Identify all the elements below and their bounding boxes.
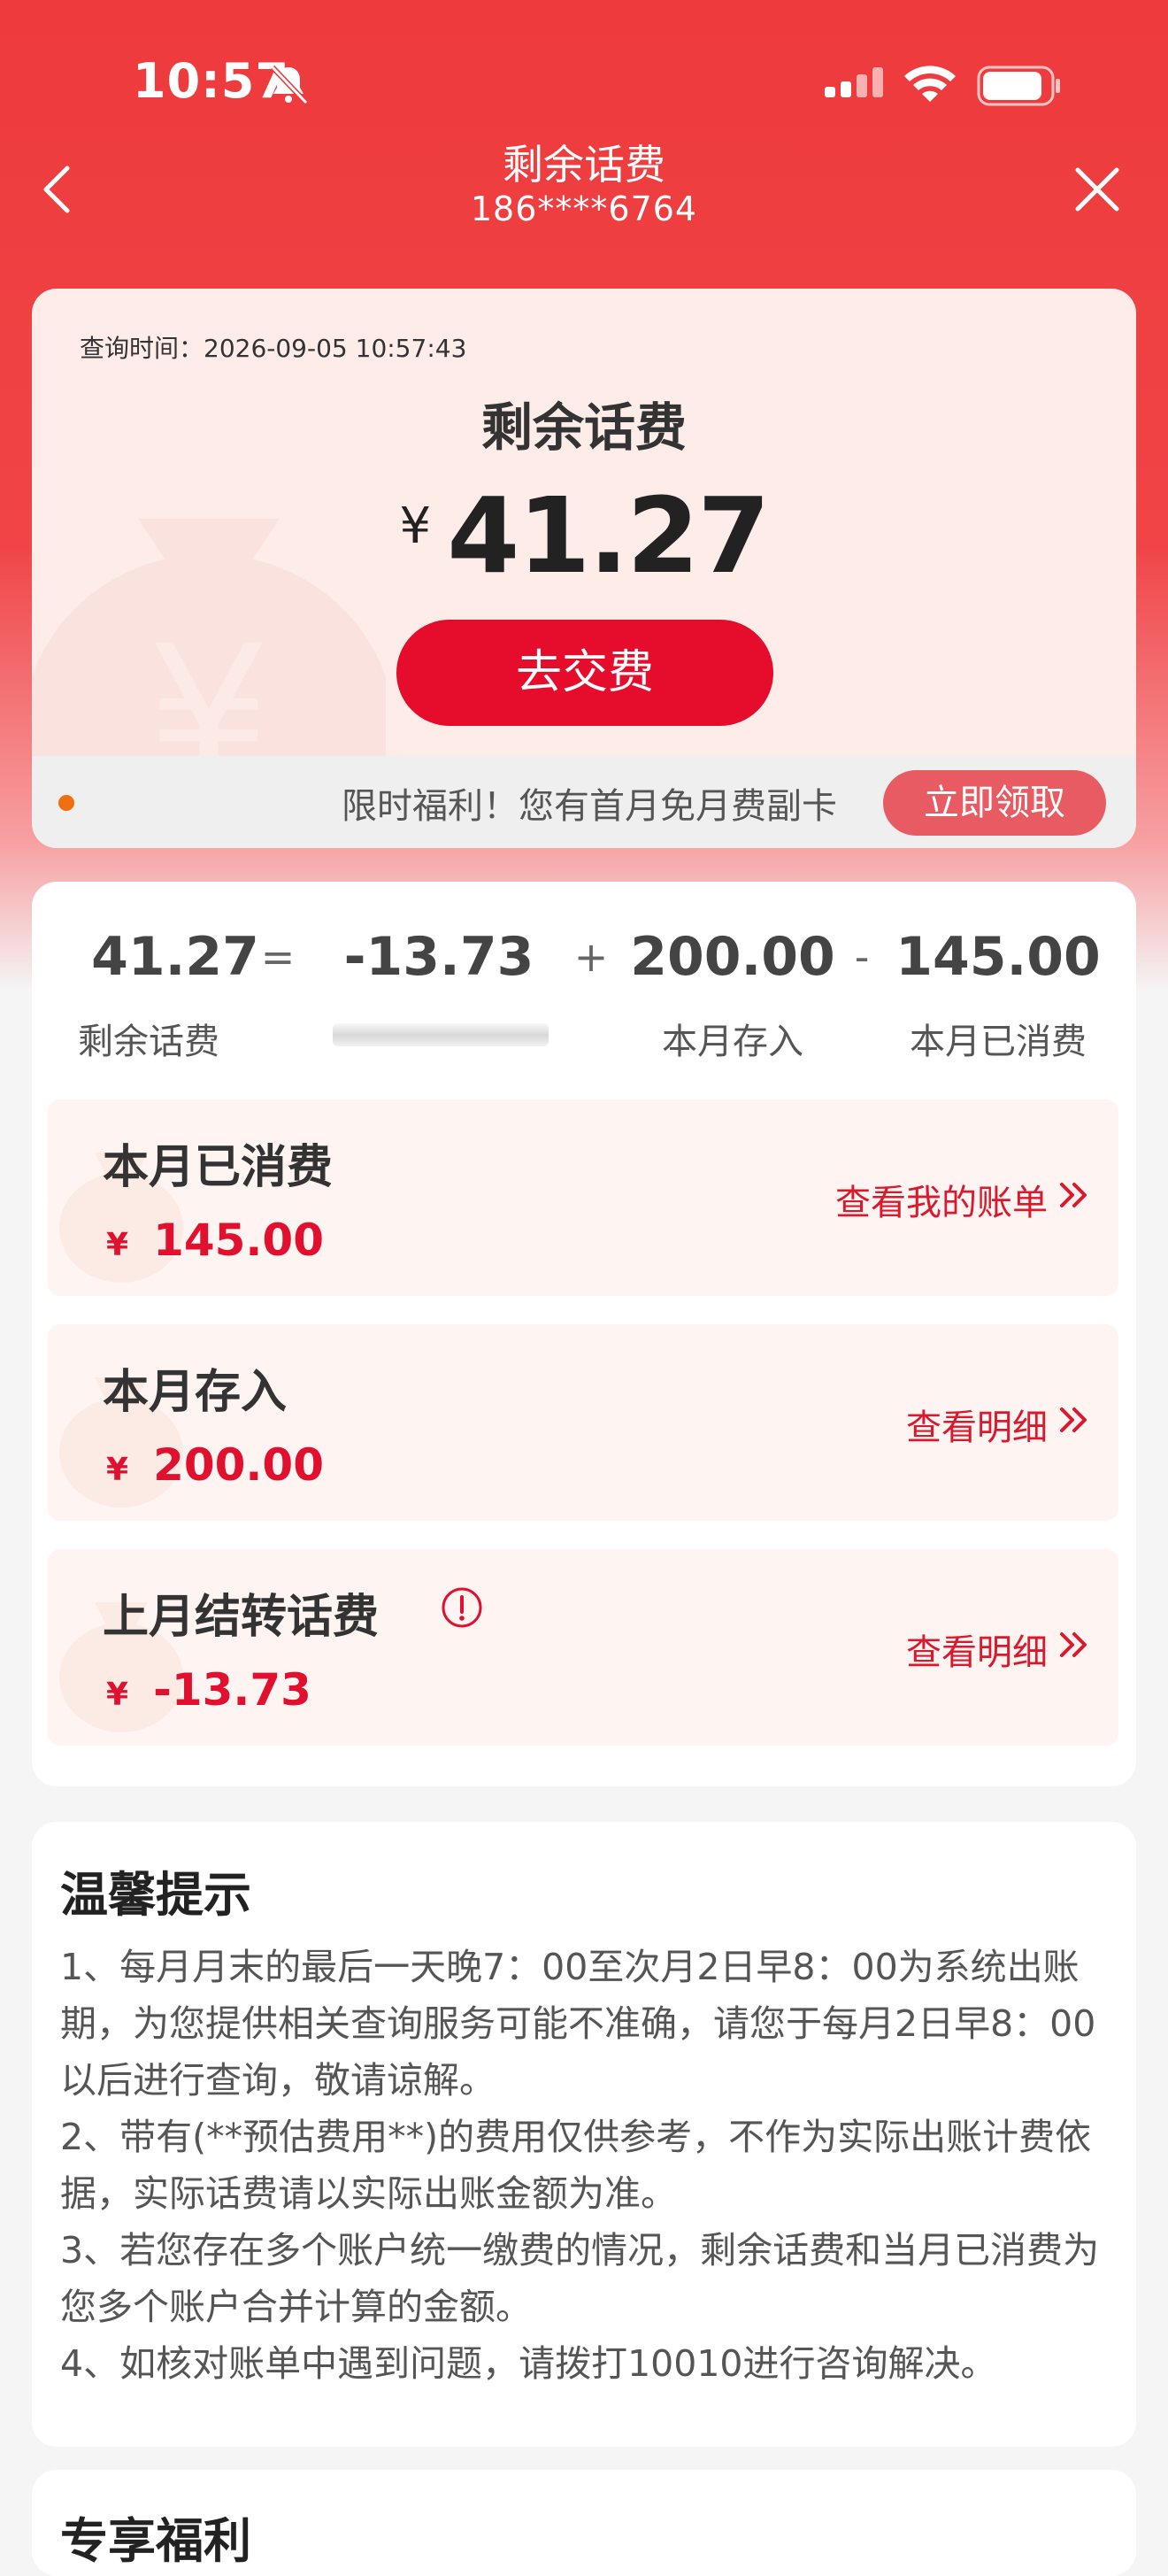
phone-number: 186****6764 <box>470 189 698 228</box>
exclusive-benefits-card: 专享福利 <box>32 2470 1136 2576</box>
row-amount: ¥200.00 <box>106 1439 325 1491</box>
breakdown-card: 41.27 = -13.73 + 200.00 - 145.00 剩余话费 本月… <box>32 882 1136 1786</box>
row-title: 本月存入 <box>103 1366 288 1419</box>
warning-circle-icon[interactable] <box>441 1586 483 1629</box>
currency-symbol: ¥ <box>399 497 432 555</box>
promo-banner: 限时福利！您有首月免月费副卡 立即领取 <box>32 756 1136 848</box>
equation-consumed: 145.00 <box>895 926 1101 988</box>
balance-value: 41.27 <box>447 474 770 597</box>
equation-carryover: -13.73 <box>343 926 534 988</box>
chevron-double-right-icon[interactable] <box>1057 1177 1092 1213</box>
claim-button[interactable]: 立即领取 <box>883 770 1106 836</box>
label-remaining: 剩余话费 <box>78 1022 219 1062</box>
row-consumed[interactable]: 本月已消费 ¥145.00 查看我的账单 <box>48 1099 1118 1296</box>
row-title: 本月已消费 <box>103 1141 334 1194</box>
row-amount: ¥ -13.73 <box>106 1664 311 1716</box>
signal-icon <box>825 67 883 97</box>
chevron-double-right-icon[interactable] <box>1057 1627 1092 1662</box>
tip-item: 3、若您存在多个账户统一缴费的情况，剩余话费和当月已消费为您多个账户合并计算的金… <box>60 2229 1100 2328</box>
equation-equals: = <box>260 933 296 981</box>
promo-text: 限时福利！您有首月免月费副卡 <box>342 786 837 827</box>
row-title: 上月结转话费 <box>103 1591 380 1644</box>
wifi-icon <box>904 66 956 102</box>
row-deposit[interactable]: 本月存入 ¥200.00 查看明细 <box>48 1324 1118 1521</box>
chevron-double-right-icon[interactable] <box>1057 1402 1092 1438</box>
view-bill-link[interactable]: 查看我的账单 <box>835 1174 1048 1225</box>
equation-minus: - <box>854 933 870 981</box>
bell-muted-icon <box>270 65 309 105</box>
tip-item: 1、每月月末的最后一天晚7：00至次月2日早8：00为系统出账期，为您提供相关查… <box>60 1946 1096 2102</box>
promo-dot <box>58 795 74 811</box>
balance-card: ¥ 查询时间：2026-09-05 10:57:43 剩余话费 ¥41.27 去… <box>32 289 1136 848</box>
pay-button[interactable]: 去交费 <box>396 620 773 726</box>
close-icon[interactable] <box>1072 165 1122 214</box>
tips-title: 温馨提示 <box>60 1867 251 1923</box>
tips-body: 1、每月月末的最后一天晚7：00至次月2日早8：00为系统出账期，为您提供相关查… <box>60 1939 1122 2392</box>
equation-remaining: 41.27 <box>91 926 259 988</box>
label-deposit: 本月存入 <box>662 1022 803 1062</box>
query-time: 查询时间：2026-09-05 10:57:43 <box>80 334 467 363</box>
section-title: 专享福利 <box>60 2513 251 2569</box>
battery-icon <box>977 66 1060 106</box>
equation-plus: + <box>573 933 609 981</box>
view-details-link[interactable]: 查看明细 <box>906 1623 1048 1675</box>
page-title: 剩余话费 <box>503 141 665 189</box>
label-carryover-blurred <box>333 1023 549 1046</box>
balance-title: 剩余话费 <box>480 397 687 458</box>
equation-deposit: 200.00 <box>630 926 835 988</box>
row-amount: ¥145.00 <box>106 1215 325 1266</box>
label-consumed: 本月已消费 <box>910 1022 1087 1062</box>
tip-item: 4、如核对账单中遇到问题，请拨打10010进行咨询解决。 <box>60 2342 997 2385</box>
view-details-link[interactable]: 查看明细 <box>906 1399 1048 1450</box>
balance-amount: ¥41.27 <box>32 474 1136 597</box>
row-carryover[interactable]: 上月结转话费 ¥ -13.73 查看明细 <box>48 1549 1118 1746</box>
tip-item: 2、带有(**预估费用**)的费用仅供参考，不作为实际出账计费依据，实际话费请以… <box>60 2116 1092 2215</box>
tips-card: 温馨提示 1、每月月末的最后一天晚7：00至次月2日早8：00为系统出账期，为您… <box>32 1822 1136 2447</box>
